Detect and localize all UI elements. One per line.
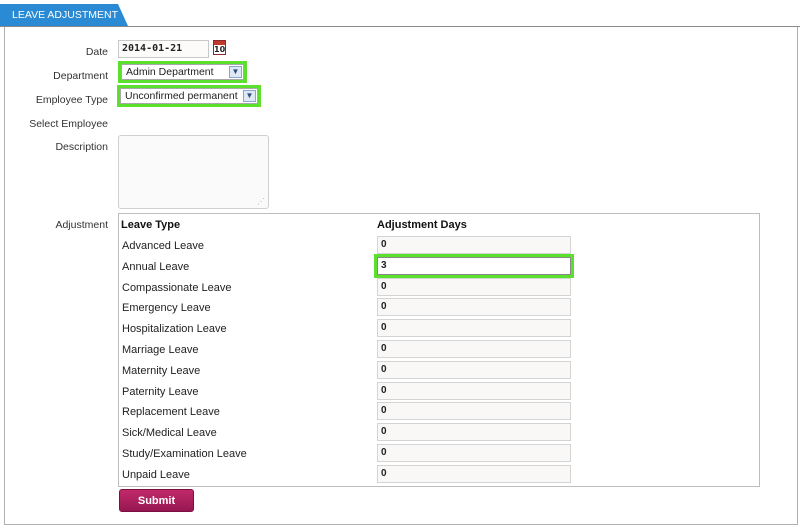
employee-type-label: Employee Type	[35, 94, 108, 106]
description-label: Description	[55, 141, 108, 153]
chevron-down-icon[interactable]: ▼	[243, 90, 256, 102]
employee-type-value: Unconfirmed permanent st	[125, 90, 239, 102]
leave-type-header: Leave Type	[121, 219, 181, 231]
adjustment-days-input[interactable]: 0	[377, 360, 571, 379]
submit-button[interactable]: Submit	[119, 489, 194, 512]
date-field[interactable]: 2014-01-21	[118, 40, 209, 58]
calendar-icon-day: 10	[214, 45, 226, 54]
department-select[interactable]: Admin Department ▼	[118, 61, 247, 83]
adjustment-days-input[interactable]: 0	[377, 298, 571, 317]
adjustment-days-header: Adjustment Days	[377, 219, 467, 231]
employee-type-select[interactable]: Unconfirmed permanent st ▼	[117, 85, 261, 107]
adjustment-days-input[interactable]: 0	[377, 381, 571, 400]
adjustment-table: Leave Type Adjustment Days Advanced Leav…	[118, 213, 760, 487]
adjustment-label: Adjustment	[55, 219, 108, 231]
chevron-down-icon[interactable]: ▼	[229, 66, 242, 78]
leave-type-cell: Sick/Medical Leave	[122, 427, 217, 440]
description-textarea[interactable]: ⋰	[118, 135, 269, 209]
leave-type-cell: Compassionate Leave	[122, 281, 232, 294]
leave-type-cell: Study/Examination Leave	[122, 448, 247, 460]
leave-type-cell: Paternity Leave	[122, 385, 199, 398]
leave-type-cell: Advanced Leave	[122, 240, 204, 252]
adjustment-days-input[interactable]: 0	[377, 319, 571, 338]
adjustment-days-input[interactable]: 0	[377, 236, 571, 254]
leave-type-cell: Emergency Leave	[122, 302, 211, 315]
select-employee-label: Select Employee	[29, 118, 108, 130]
adjustment-days-input[interactable]: 0	[377, 340, 571, 358]
calendar-icon[interactable]: 10	[213, 40, 226, 55]
adjustment-days-input[interactable]: 0	[377, 277, 571, 296]
adjustment-days-input[interactable]: 0	[377, 402, 571, 421]
leave-type-cell: Annual Leave	[122, 260, 190, 273]
adjustment-days-input[interactable]: 3	[374, 253, 574, 278]
resize-grip-icon[interactable]: ⋰	[257, 197, 265, 206]
date-label: Date	[85, 46, 108, 58]
tab-leave-adjustment[interactable]: LEAVE ADJUSTMENT	[0, 4, 128, 26]
leave-type-cell: Hospitalization Leave	[122, 323, 227, 336]
leave-type-cell: Marriage Leave	[122, 344, 199, 356]
leave-type-cell: Unpaid Leave	[122, 468, 190, 481]
department-value: Admin Department	[126, 66, 214, 78]
adjustment-days-input[interactable]: 0	[377, 423, 571, 442]
adjustment-days-input[interactable]: 0	[377, 444, 571, 462]
adjustment-days-input[interactable]: 0	[377, 464, 571, 483]
leave-type-cell: Replacement Leave	[122, 406, 220, 419]
department-label: Department	[53, 70, 108, 82]
leave-type-cell: Maternity Leave	[122, 364, 201, 377]
